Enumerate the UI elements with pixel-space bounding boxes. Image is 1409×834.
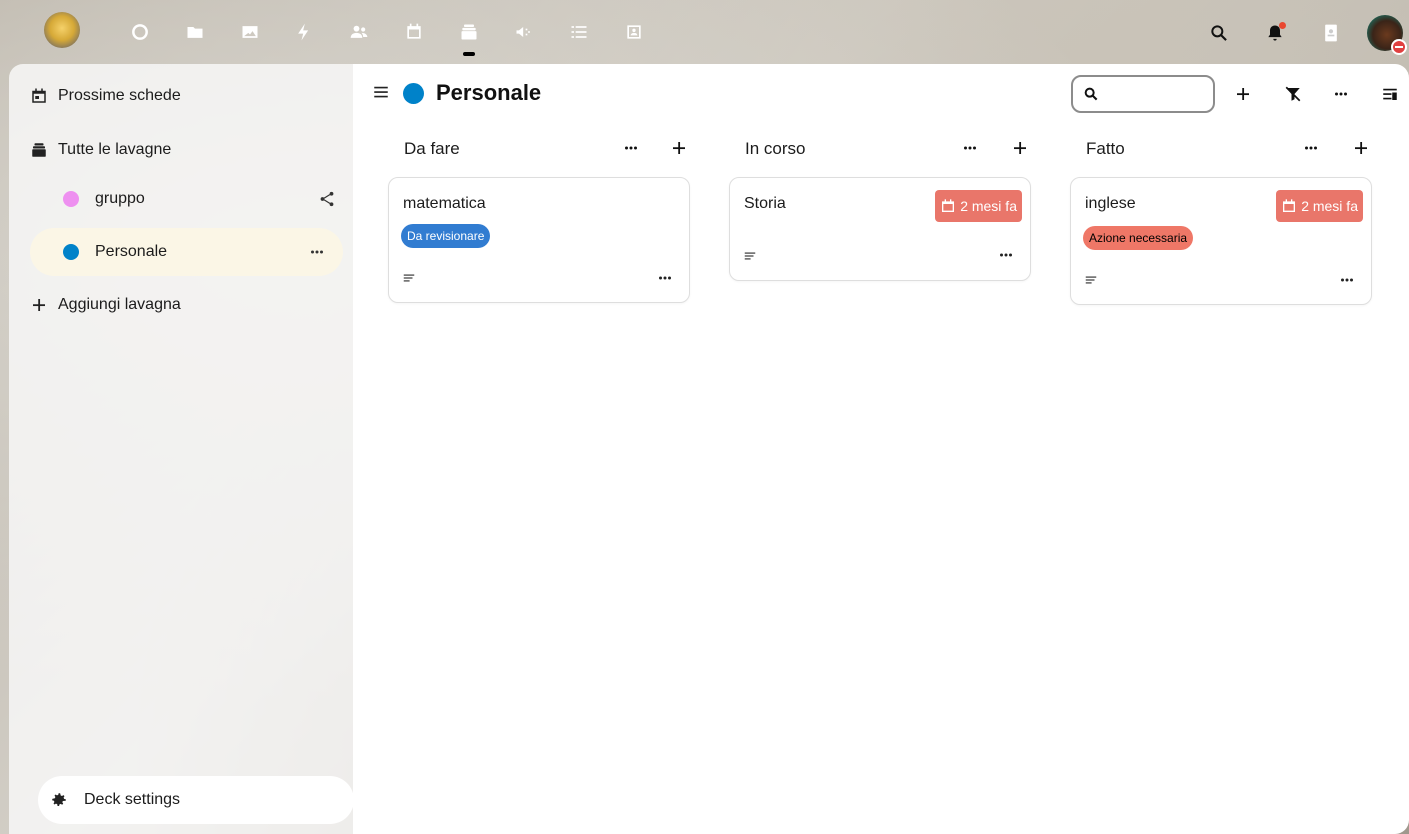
nav-add-board[interactable]: Aggiungi lavagna [30,281,344,329]
card-label: Azione necessaria [1083,226,1194,250]
dashboard-icon[interactable] [130,22,150,42]
nav-all-boards[interactable]: Tutte le lavagne [30,126,344,174]
card-title: inglese [1085,195,1136,212]
add-card-icon[interactable] [1010,138,1030,158]
settings-label: Deck settings [84,791,181,808]
board-search[interactable] [1071,75,1215,113]
tasks-icon[interactable] [569,22,589,42]
more-options-icon[interactable] [1301,138,1321,158]
more-options-icon[interactable] [996,245,1016,265]
card-label: Da revisionare [401,224,491,248]
top-header [0,0,1409,64]
due-date-badge: 2 mesi fa [1276,190,1363,222]
contacts-icon[interactable] [349,22,369,42]
description-icon [743,249,757,263]
active-app-indicator [463,52,475,56]
app-navigation: Prossime schede Tutte le lavagne gruppo … [9,64,354,834]
board-color-dot [403,83,424,104]
add-card-icon[interactable] [669,138,689,158]
board-details-button[interactable] [1380,84,1400,104]
user-avatar[interactable] [1367,15,1407,55]
more-options-icon[interactable] [307,242,327,262]
sidebar-item-board-gruppo[interactable]: gruppo [39,175,353,223]
calendar-icon[interactable] [404,22,424,42]
search-input[interactable] [1105,86,1205,102]
card-matematica[interactable]: matematica Da revisionare [388,177,690,303]
nav-label: Aggiungi lavagna [58,296,181,313]
stack-title: Da fare [404,139,460,158]
more-options-icon[interactable] [621,138,641,158]
board-view: Personale Da fare matematica Da revision… [353,64,1409,834]
board-color-dot [63,244,79,260]
gear-icon [52,793,66,806]
calendar-icon [30,87,58,105]
description-icon [1084,273,1098,287]
menu-toggle-icon[interactable] [371,82,391,102]
more-options-icon[interactable] [960,138,980,158]
activity-icon[interactable] [294,22,314,42]
board-label: Personale [95,243,168,260]
stack-da-fare: Da fare [383,124,699,172]
more-options-icon [1335,92,1347,96]
more-options-icon[interactable] [655,268,675,288]
due-date-text: 2 mesi fa [960,198,1017,214]
card-title: matematica [403,195,486,212]
add-stack-button[interactable] [1233,84,1253,104]
nav-label: Prossime schede [58,87,181,104]
do-not-disturb-status-icon [1391,39,1407,55]
notification-dot [1279,22,1286,29]
board-color-dot [63,191,79,207]
nextcloud-logo[interactable] [44,12,80,48]
more-options-icon[interactable] [1337,270,1357,290]
sidebar-details-icon [1383,88,1397,100]
stack-header: Da fare [383,124,699,172]
stack-fatto: Fatto [1065,124,1381,172]
stack-header: In corso [724,124,1040,172]
filter-off-button[interactable] [1283,84,1303,104]
card-storia[interactable]: Storia 2 mesi fa [729,177,1031,281]
stack-in-corso: In corso [724,124,1040,172]
nav-label: Tutte le lavagne [58,141,172,158]
filter-off-icon [1285,86,1301,102]
plus-icon [30,296,58,314]
due-date-text: 2 mesi fa [1301,198,1358,214]
nav-upcoming-cards[interactable]: Prossime schede [30,72,344,120]
deck-settings-button[interactable]: Deck settings [38,776,354,824]
calendar-icon [1283,199,1296,212]
announcements-icon[interactable] [514,22,534,42]
files-icon[interactable] [185,22,205,42]
page-title: Personale [436,80,542,105]
card-title: Storia [744,195,786,212]
deck-icon [30,141,58,159]
contacts-menu-icon[interactable] [1320,22,1342,44]
stack-header: Fatto [1065,124,1381,172]
sidebar-item-board-personale[interactable]: Personale [30,228,343,276]
card-inglese[interactable]: inglese 2 mesi fa Azione necessaria [1070,177,1372,305]
stack-title: In corso [745,139,806,158]
share-icon[interactable] [317,189,337,209]
description-icon [402,271,416,285]
board-header: Personale [353,64,1409,124]
contacts-card-icon[interactable] [624,22,644,42]
search-icon [1084,87,1098,101]
photos-icon[interactable] [240,22,260,42]
search-icon[interactable] [1208,22,1230,44]
add-card-icon[interactable] [1351,138,1371,158]
plus-icon [1237,88,1249,100]
due-date-badge: 2 mesi fa [935,190,1022,222]
board-label: gruppo [95,190,145,207]
notifications-icon[interactable] [1264,22,1286,44]
stack-title: Fatto [1086,139,1125,158]
deck-icon[interactable] [459,22,479,42]
calendar-icon [942,199,955,212]
board-more-button[interactable] [1331,84,1351,104]
